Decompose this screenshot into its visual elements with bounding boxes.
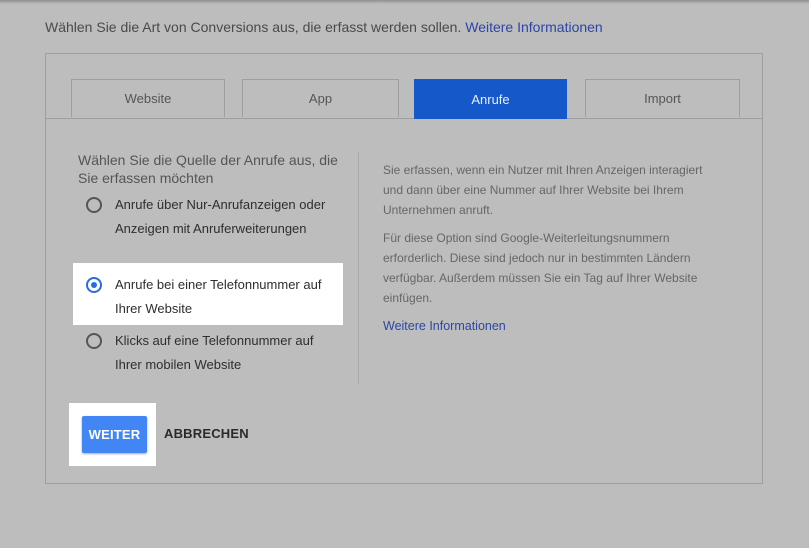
option-call-ads[interactable]: Anrufe über Nur-Anrufanzeigen oder Anzei… — [86, 197, 336, 241]
intro-more-info-link[interactable]: Weitere Informationen — [465, 19, 602, 35]
tab-app[interactable]: App — [242, 79, 399, 117]
info-paragraph-2: Für diese Option sind Google-Weiterleitu… — [383, 231, 698, 305]
tab-app-label: App — [308, 91, 333, 106]
source-title: Wählen Sie die Quelle der Anrufe aus, di… — [78, 152, 338, 186]
option-website-number-label: Anrufe bei einer Telefonnummer auf Ihrer… — [115, 277, 322, 316]
option-mobile-clicks[interactable]: Klicks auf eine Telefonnummer auf Ihrer … — [86, 333, 336, 377]
radio-checked-icon[interactable] — [86, 277, 102, 293]
intro-text: Wählen Sie die Art von Conversions aus, … — [45, 19, 603, 35]
top-shadow — [0, 0, 809, 4]
option-mobile-clicks-label: Klicks auf eine Telefonnummer auf Ihrer … — [115, 333, 314, 372]
radio-unchecked-icon[interactable] — [86, 333, 102, 349]
option-call-ads-label: Anrufe über Nur-Anrufanzeigen oder Anzei… — [115, 197, 326, 236]
info-box: Sie erfassen, wenn ein Nutzer mit Ihren … — [383, 160, 703, 336]
info-paragraph-1: Sie erfassen, wenn ein Nutzer mit Ihren … — [383, 163, 703, 217]
tabs-divider — [46, 118, 762, 119]
tab-import[interactable]: Import — [585, 79, 740, 117]
cancel-button[interactable]: ABBRECHEN — [164, 426, 249, 441]
info-more-info-link[interactable]: Weitere Informationen — [383, 319, 506, 333]
tab-website-label: Website — [124, 91, 172, 106]
tab-calls[interactable]: Anrufe — [414, 79, 567, 119]
radio-unchecked-icon[interactable] — [86, 197, 102, 213]
column-divider — [358, 152, 359, 384]
continue-button[interactable]: WEITER — [82, 416, 147, 453]
tab-calls-label: Anrufe — [471, 91, 510, 107]
tab-website[interactable]: Website — [71, 79, 225, 117]
option-website-number[interactable]: Anrufe bei einer Telefonnummer auf Ihrer… — [86, 277, 336, 321]
tab-import-label: Import — [644, 91, 681, 106]
intro-label: Wählen Sie die Art von Conversions aus, … — [45, 19, 462, 35]
conversion-panel: Website App Anrufe Import Wählen Sie die… — [45, 53, 763, 484]
